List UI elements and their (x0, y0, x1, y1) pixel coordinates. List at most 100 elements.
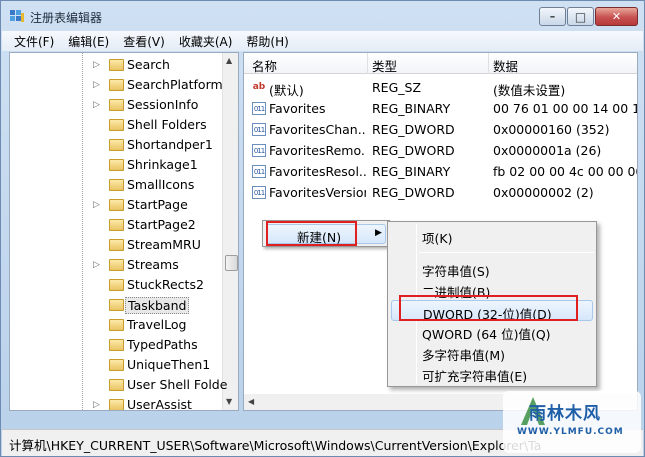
highlight-box-new (266, 221, 357, 246)
window-title: 注册表编辑器 (30, 11, 103, 25)
folder-icon (109, 79, 124, 91)
tree-item[interactable]: UniqueThen1 (10, 355, 220, 375)
tree-item-label: StreamMRU (127, 237, 201, 252)
folder-icon (109, 199, 124, 211)
folder-icon (109, 219, 124, 231)
submenu-item[interactable]: 项(K) (391, 225, 593, 246)
submenu-item-label: QWORD (64 位)值(Q) (422, 327, 551, 342)
menu-favorites[interactable]: 收藏夹(A) (173, 33, 239, 50)
submenu-item-label: 字符串值(S) (422, 264, 490, 279)
value-data: (数值未设置) (493, 83, 566, 98)
tree-item[interactable]: StartPage2 (10, 215, 220, 235)
value-name: FavoritesRemo... (269, 143, 366, 158)
submenu-item[interactable]: QWORD (64 位)值(Q) (391, 321, 593, 342)
value-name: FavoritesChan... (269, 122, 366, 137)
tree-item[interactable]: ▷ SearchPlatform (10, 75, 223, 95)
value-type: REG_DWORD (372, 122, 455, 137)
menu-view[interactable]: 查看(V) (117, 33, 171, 50)
tree-item[interactable]: SmallIcons (10, 175, 220, 195)
value-data: 0x00000160 (352) (493, 122, 610, 137)
tree-item[interactable]: TravelLog (10, 315, 220, 335)
tree-item[interactable]: Shortandper1 (10, 135, 220, 155)
tree-item[interactable]: ▷ Search (10, 55, 220, 75)
tree-item[interactable]: ▷ StartPage (10, 195, 220, 215)
value-row[interactable]: 011 FavoritesVersion REG_DWORD 0x00000002 (… (244, 182, 637, 203)
menu-help[interactable]: 帮助(H) (240, 33, 294, 50)
tree-item-label: Shrinkage1 (127, 157, 198, 172)
expand-arrow-icon[interactable]: ▷ (93, 81, 101, 90)
value-name: FavoritesVersion (269, 185, 366, 200)
column-divider[interactable] (367, 53, 368, 74)
tree-item[interactable]: Shrinkage1 (10, 155, 220, 175)
column-name-header[interactable]: 名称 (252, 56, 277, 75)
value-row[interactable]: 011 Favorites REG_BINARY 00 76 01 00 00 14 … (244, 98, 637, 119)
value-type: REG_BINARY (372, 164, 451, 179)
submenu-item-label: 项(K) (422, 231, 453, 246)
highlight-box-dword (399, 295, 578, 321)
tree-item[interactable]: StuckRects2 (10, 275, 220, 295)
tree-item[interactable]: TypedPaths (10, 335, 220, 355)
tree-item[interactable]: ▷ SessionInfo (10, 95, 220, 115)
folder-icon (109, 119, 124, 131)
folder-icon (109, 359, 124, 371)
folder-icon (109, 279, 124, 291)
scroll-down-icon[interactable]: ▼ (226, 397, 232, 406)
menu-bar: 文件(F) 编辑(E) 查看(V) 收藏夹(A) 帮助(H) (2, 31, 643, 51)
folder-icon (109, 139, 124, 151)
tree-item[interactable]: ▷ Streams (10, 255, 220, 275)
folder-icon (109, 379, 124, 391)
binary-value-icon: 011 (252, 186, 266, 199)
tree-scroll-thumb[interactable] (225, 255, 238, 271)
column-type-header[interactable]: 类型 (372, 56, 397, 75)
folder-icon (109, 239, 124, 251)
submenu-separator (419, 252, 594, 253)
tree-item[interactable]: User Shell Folde (10, 375, 227, 395)
tree-item-label: UniqueThen1 (127, 357, 211, 372)
submenu-item-label: 可扩充字符串值(E) (422, 369, 528, 384)
tree-item-label: TravelLog (127, 317, 187, 332)
folder-icon (109, 399, 124, 410)
watermark-url: WWW.YLMFU.COM (517, 427, 624, 437)
expand-arrow-icon[interactable]: ▷ (93, 401, 101, 410)
value-row[interactable]: 011 FavoritesResol... REG_BINARY fb 02 00 0… (244, 161, 637, 182)
close-icon: ✕ (611, 10, 622, 23)
value-data: fb 02 00 00 4c 00 00 00 0 (493, 164, 637, 179)
submenu-item[interactable]: 多字符串值(M) (391, 342, 593, 363)
scroll-up-icon[interactable]: ▲ (226, 56, 232, 65)
column-data-header[interactable]: 数据 (493, 56, 518, 75)
key-tree-pane: ▲ ▼ ▷ Search ▷ SearchPlatform ▷ SessionInfo Sh… (9, 52, 239, 411)
tree-item[interactable]: StreamMRU (10, 235, 220, 255)
menu-file[interactable]: 文件(F) (8, 33, 60, 50)
maximize-icon: □ (574, 9, 587, 24)
tree-item-label: StuckRects2 (127, 277, 204, 292)
tree-item[interactable]: Shell Folders (10, 115, 220, 135)
maximize-button[interactable]: □ (567, 7, 594, 26)
expand-arrow-icon[interactable]: ▷ (93, 61, 101, 70)
value-row[interactable]: ab (默认) REG_SZ (数值未设置) (244, 77, 637, 98)
close-button[interactable]: ✕ (595, 7, 638, 26)
menu-edit[interactable]: 编辑(E) (62, 33, 115, 50)
submenu-item[interactable]: 字符串值(S) (391, 258, 593, 279)
tree-item-label: Search (127, 57, 170, 72)
scroll-left-icon[interactable]: ◀ (248, 397, 254, 406)
column-divider[interactable] (488, 53, 489, 74)
tree-item-label: Shortandper1 (127, 137, 213, 152)
minimize-button[interactable]: – (539, 7, 566, 26)
tree-item-label: SearchPlatform (127, 77, 223, 92)
folder-icon (109, 259, 124, 271)
submenu-item[interactable]: 可扩充字符串值(E) (391, 363, 593, 384)
value-type: REG_BINARY (372, 101, 451, 116)
expand-arrow-icon[interactable]: ▷ (93, 201, 101, 210)
expand-arrow-icon[interactable]: ▷ (93, 101, 101, 110)
title-bar[interactable]: 注册表编辑器 – □ ✕ (1, 1, 645, 31)
value-row[interactable]: 011 FavoritesChan... REG_DWORD 0x00000160 (… (244, 119, 637, 140)
folder-icon (109, 299, 124, 311)
watermark: 雨林木风 WWW.YLMFU.COM (499, 387, 645, 457)
tree-item[interactable]: ▷ UserAssist (10, 395, 220, 410)
regedit-app-icon (10, 10, 24, 22)
expand-arrow-icon[interactable]: ▷ (93, 261, 101, 270)
value-row[interactable]: 011 FavoritesRemo... REG_DWORD 0x0000001a (… (244, 140, 637, 161)
tree-item[interactable]: Taskband (10, 295, 220, 315)
submenu-item-label: 多字符串值(M) (422, 348, 506, 363)
tree-vertical-scrollbar[interactable]: ▲ ▼ (222, 53, 238, 410)
